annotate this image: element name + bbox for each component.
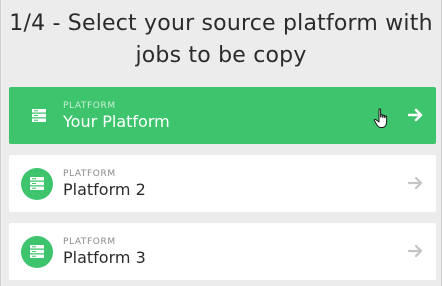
platform-name: Your Platform <box>63 112 170 131</box>
arrow-right-icon[interactable] <box>408 175 424 191</box>
page-title-line-1: 1/4 - Select your source platform with <box>9 11 433 36</box>
page-title: 1/4 - Select your source platform with j… <box>1 8 441 72</box>
platform-caption: PLATFORM <box>63 237 116 247</box>
server-icon <box>32 109 46 122</box>
page-title-line-2: jobs to be copy <box>135 43 307 68</box>
server-icon <box>30 245 44 258</box>
server-icon <box>30 177 44 190</box>
arrow-right-icon[interactable] <box>408 243 424 259</box>
platform-caption: PLATFORM <box>63 101 116 111</box>
platform-name: Platform 3 <box>63 248 146 267</box>
server-icon-badge <box>21 168 53 200</box>
platform-name: Platform 2 <box>63 180 146 199</box>
server-icon-badge <box>21 236 53 268</box>
platform-option-your-platform[interactable]: PLATFORM Your Platform <box>9 87 436 144</box>
platform-option-platform-2[interactable]: PLATFORM Platform 2 <box>9 155 436 212</box>
platform-caption: PLATFORM <box>63 169 116 179</box>
arrow-right-icon[interactable] <box>408 107 424 123</box>
platform-option-platform-3[interactable]: PLATFORM Platform 3 <box>9 223 436 280</box>
